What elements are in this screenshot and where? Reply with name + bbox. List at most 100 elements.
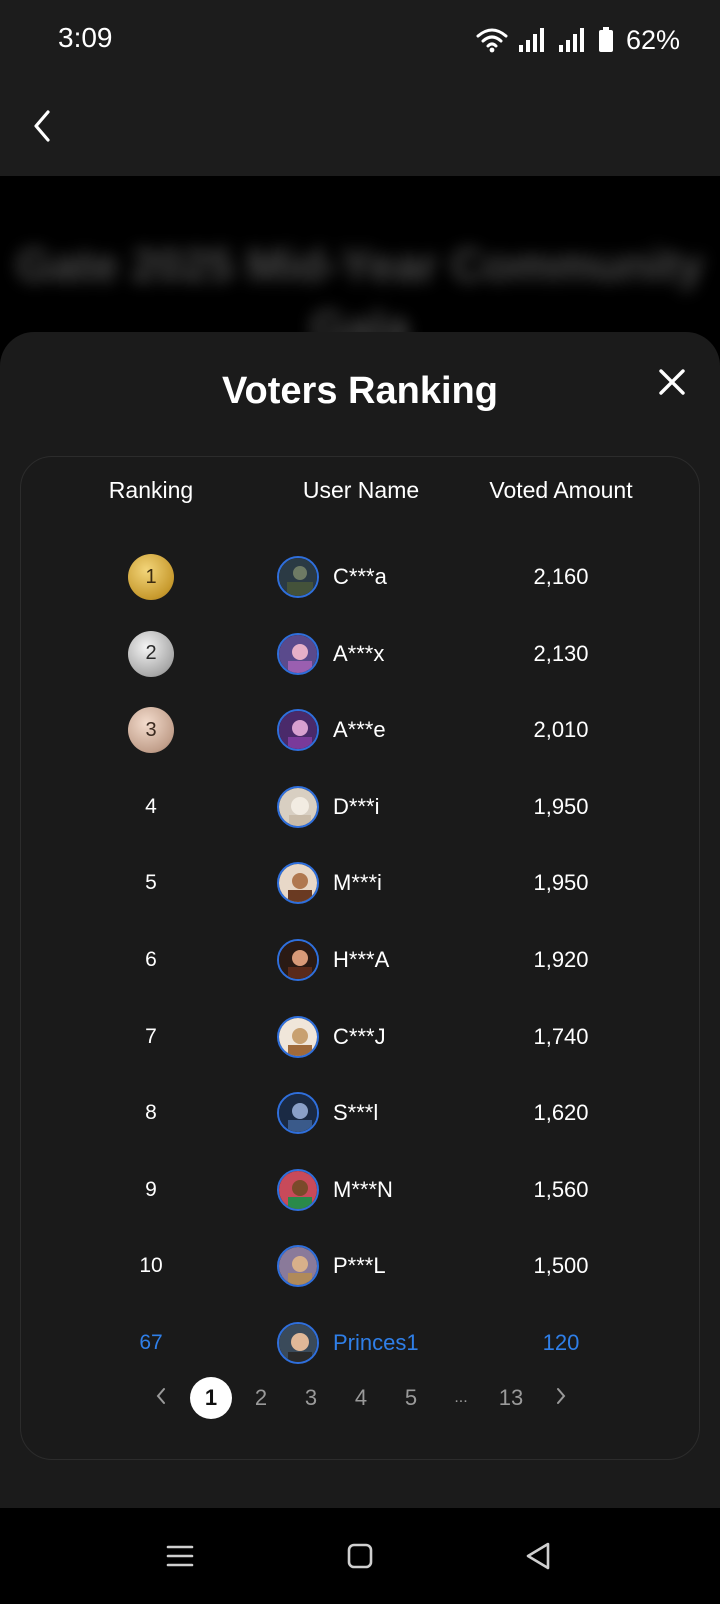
table-row: 7 C***J 1,740: [21, 999, 701, 1076]
chevron-left-icon: [31, 109, 53, 148]
page-button-13[interactable]: 13: [490, 1377, 532, 1419]
table-row: 9 M***N 1,560: [21, 1152, 701, 1229]
column-header-voted-amount: Voted Amount: [489, 477, 633, 503]
avatar: [277, 709, 319, 752]
page-button-4[interactable]: 4: [340, 1377, 382, 1419]
voters-ranking-modal: Voters Ranking Ranking User Name Voted A…: [0, 332, 720, 1508]
voted-amount: 1,560: [533, 1176, 589, 1202]
rank-number: 8: [145, 1101, 157, 1125]
next-page-button[interactable]: [540, 1377, 582, 1419]
user-name: S***l: [333, 1100, 379, 1126]
system-nav-bar: [0, 1508, 720, 1604]
rank-number: 10: [139, 1254, 163, 1278]
background-title: Gate 2025 Mid-Year Community Gala: [16, 239, 704, 336]
table-row: 4 D***i 1,950: [21, 769, 701, 846]
page-ellipsis: ...: [454, 1389, 468, 1406]
status-bar: 3:09 62%: [0, 0, 720, 80]
menu-icon: [166, 1544, 194, 1573]
column-header-user-name: User Name: [302, 477, 420, 503]
table-row: 10 P***L 1,500: [21, 1228, 701, 1305]
chevron-right-icon: [555, 1387, 567, 1410]
avatar: [277, 1321, 319, 1364]
page-button-3[interactable]: 3: [290, 1377, 332, 1419]
avatar: [277, 785, 319, 828]
chevron-left-icon: [155, 1387, 167, 1410]
back-triangle-icon: [524, 1541, 552, 1576]
user-name: M***N: [333, 1176, 393, 1202]
user-name: P***L: [333, 1253, 386, 1279]
rank-number: 4: [145, 794, 157, 818]
table-row: 6 H***A 1,920: [21, 922, 701, 999]
rank-number: 2: [145, 642, 157, 665]
wifi-icon: [476, 27, 508, 53]
signal-icon: [518, 27, 548, 53]
avatar: [277, 1245, 319, 1288]
voted-amount: 2,160: [533, 564, 589, 589]
user-name: Princes1: [333, 1329, 419, 1355]
prev-page-button[interactable]: [140, 1377, 182, 1419]
voted-amount: 2,010: [533, 717, 589, 743]
user-name: H***A: [333, 946, 390, 972]
page-background: Gate 2025 Mid-Year Community Gala: [0, 176, 720, 336]
app-header: [0, 80, 720, 176]
rank-number: 67: [139, 1330, 163, 1354]
home-square-icon: [347, 1543, 373, 1574]
user-name: A***e: [333, 717, 386, 743]
avatar: [277, 1092, 319, 1135]
voted-amount: 1,950: [533, 870, 589, 896]
bronze-medal-icon: 3: [128, 707, 174, 754]
signal-icon: [558, 27, 588, 53]
user-name: C***a: [333, 564, 387, 589]
status-time: 3:09: [58, 22, 113, 53]
voted-amount: 1,740: [533, 1023, 589, 1049]
rank-number: 5: [145, 871, 157, 895]
gold-medal-icon: 1: [128, 554, 174, 600]
recent-apps-button[interactable]: [158, 1536, 202, 1580]
page-button-2[interactable]: 2: [240, 1377, 282, 1419]
rank-number: 3: [145, 718, 157, 741]
pagination: 1 2 3 4 5 ... 13: [21, 1375, 701, 1421]
page-button-5[interactable]: 5: [390, 1377, 432, 1419]
avatar: [277, 632, 319, 675]
back-button[interactable]: [22, 104, 62, 152]
voted-amount: 1,920: [533, 946, 589, 972]
home-button[interactable]: [338, 1536, 382, 1580]
page-button-1[interactable]: 1: [190, 1377, 232, 1419]
column-header-ranking: Ranking: [108, 477, 194, 503]
rank-number: 1: [145, 565, 157, 588]
status-icons: 62%: [476, 22, 680, 58]
voted-amount: 1,500: [533, 1253, 589, 1279]
user-name: A***x: [333, 640, 385, 666]
voted-amount: 120: [542, 1329, 580, 1355]
system-back-button[interactable]: [516, 1536, 560, 1580]
avatar: [277, 862, 319, 905]
voted-amount: 1,950: [533, 793, 589, 819]
table-header: Ranking User Name Voted Amount: [21, 457, 701, 537]
user-name: M***i: [333, 870, 382, 896]
ranking-table: Ranking User Name Voted Amount 1 C***a 2…: [20, 456, 700, 1460]
battery-percent: 62%: [625, 24, 680, 55]
avatar: [277, 1015, 319, 1058]
avatar: [277, 556, 319, 598]
table-row: 8 S***l 1,620: [21, 1075, 701, 1152]
battery-icon: [598, 27, 614, 53]
silver-medal-icon: 2: [128, 630, 174, 677]
close-button[interactable]: [650, 362, 694, 406]
avatar: [277, 1168, 319, 1211]
modal-title: Voters Ranking: [222, 370, 498, 412]
current-user-row: 67 Princes1 120: [21, 1305, 701, 1382]
table-row: 5 M***i 1,950: [21, 845, 701, 922]
close-icon: [658, 368, 686, 401]
table-row: 1 C***a 2,160: [21, 539, 701, 616]
rank-number: 9: [145, 1177, 157, 1201]
voted-amount: 2,130: [533, 640, 589, 666]
user-name: C***J: [333, 1023, 386, 1049]
rank-number: 7: [145, 1024, 157, 1048]
table-body: 1 C***a 2,160 2 A***x 2,130 3 A***e 2,01…: [21, 539, 701, 1382]
voted-amount: 1,620: [533, 1100, 589, 1126]
rank-number: 6: [145, 947, 157, 971]
user-name: D***i: [333, 793, 380, 819]
table-row: 3 A***e 2,010: [21, 692, 701, 769]
table-row: 2 A***x 2,130: [21, 616, 701, 693]
avatar: [277, 938, 319, 981]
